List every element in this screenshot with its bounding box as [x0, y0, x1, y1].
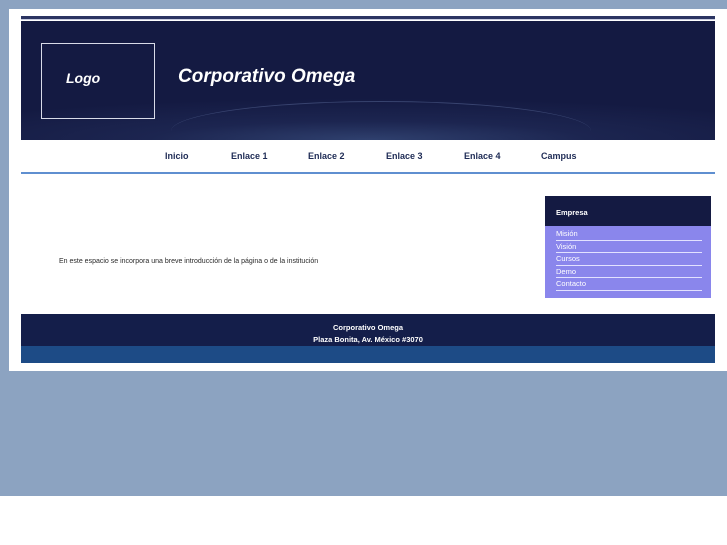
page-container: Logo Corporativo Omega Inicio Enlace 1 E… [9, 9, 727, 371]
nav-link-enlace-1[interactable]: Enlace 1 [231, 151, 268, 161]
logo-placeholder[interactable]: Logo [41, 43, 155, 119]
main-navigation: Inicio Enlace 1 Enlace 2 Enlace 3 Enlace… [21, 140, 715, 172]
footer: Corporativo Omega Plaza Bonita, Av. Méxi… [21, 314, 715, 346]
sidebar-title: Empresa [556, 208, 588, 217]
header-banner: Logo Corporativo Omega [21, 21, 715, 140]
sidebar-item-vision[interactable]: Visión [556, 241, 702, 253]
footer-bottom-bar [21, 346, 715, 363]
sidebar-empresa: Empresa Misión Visión Cursos Demo Contac… [545, 196, 711, 298]
sidebar-item-mision[interactable]: Misión [556, 228, 702, 241]
sidebar-item-cursos[interactable]: Cursos [556, 253, 702, 266]
intro-text: En este espacio se incorpora una breve i… [59, 258, 319, 265]
nav-link-enlace-4[interactable]: Enlace 4 [464, 151, 501, 161]
footer-address: Plaza Bonita, Av. México #3070 [313, 335, 423, 344]
site-title: Corporativo Omega [178, 66, 356, 87]
header-glow-decoration [171, 101, 591, 140]
nav-link-campus[interactable]: Campus [541, 151, 577, 161]
footer-company-name: Corporativo Omega [332, 323, 403, 332]
sidebar-item-demo[interactable]: Demo [556, 266, 702, 278]
nav-link-enlace-2[interactable]: Enlace 2 [308, 151, 345, 161]
nav-link-enlace-3[interactable]: Enlace 3 [386, 151, 423, 161]
nav-divider [21, 172, 715, 174]
top-divider-highlight [21, 19, 715, 20]
sidebar-menu: Misión Visión Cursos Demo Contacto [556, 228, 702, 291]
nav-link-inicio[interactable]: Inicio [165, 151, 189, 161]
sidebar-item-contacto[interactable]: Contacto [556, 278, 702, 291]
logo-label: Logo [66, 70, 101, 86]
sidebar-header: Empresa [545, 196, 711, 226]
